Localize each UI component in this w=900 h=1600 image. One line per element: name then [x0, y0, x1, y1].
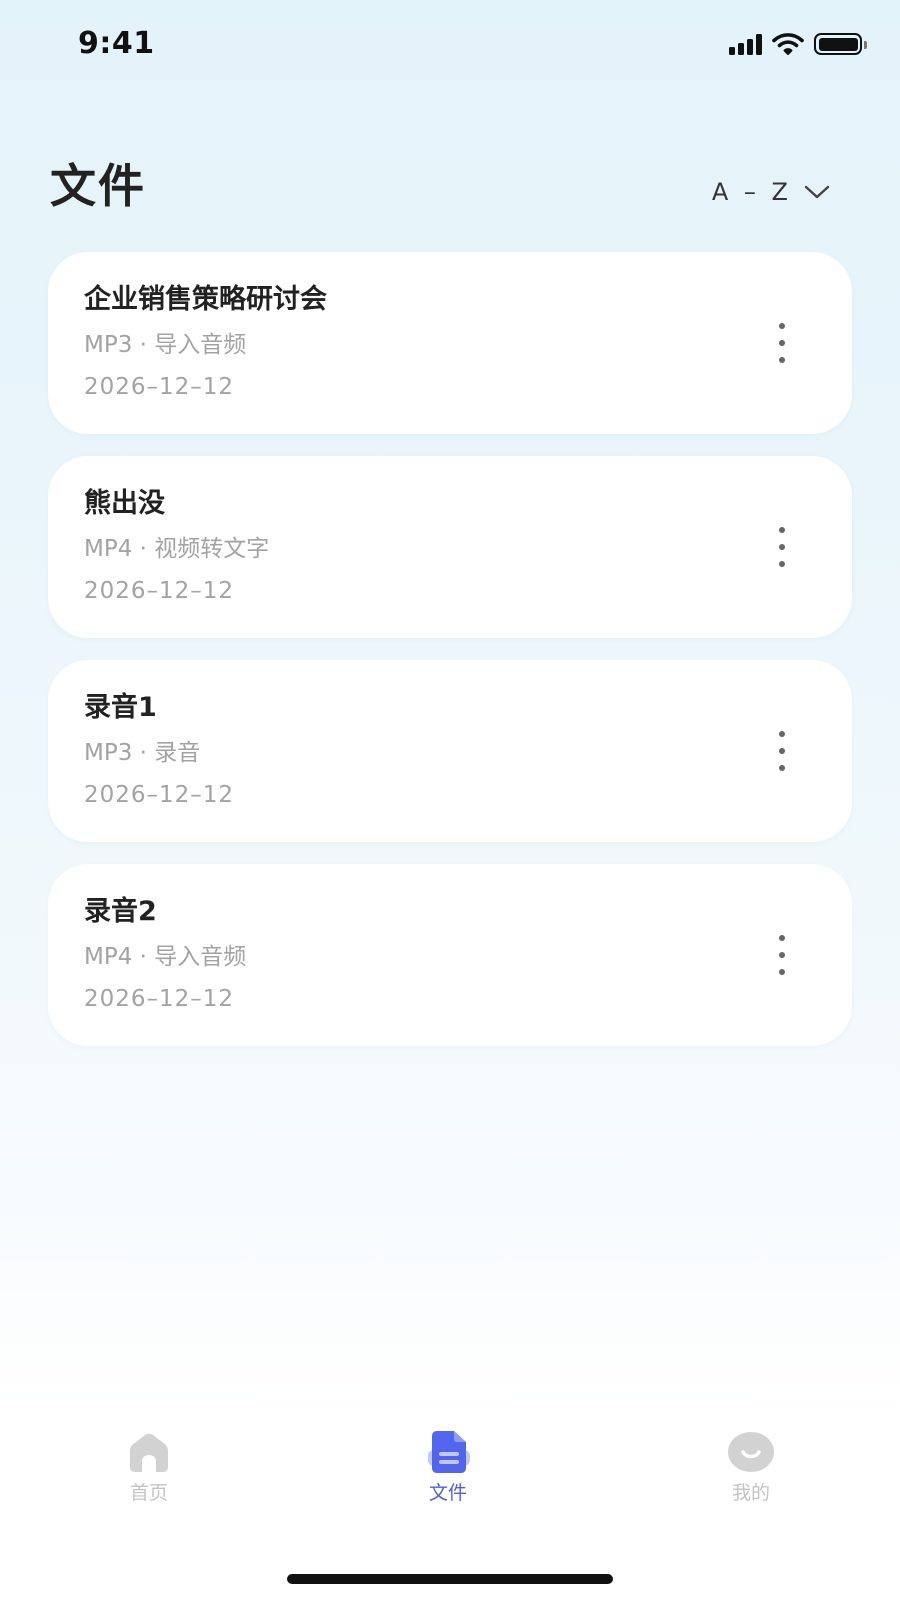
- tab-label: 首页: [129, 1482, 168, 1504]
- document-icon: [423, 1430, 473, 1474]
- more-dot: [779, 969, 785, 975]
- sort-dropdown[interactable]: A – Z: [712, 178, 830, 206]
- file-meta: MP4 · 视频转文字: [84, 536, 270, 562]
- status-bar: 9:41: [0, 0, 900, 90]
- file-name: 录音1: [84, 692, 157, 723]
- more-options-button[interactable]: [772, 935, 792, 975]
- more-dot: [779, 340, 785, 346]
- more-dot: [779, 527, 785, 533]
- smiley-profile-icon: [726, 1430, 776, 1474]
- file-meta: MP4 · 导入音频: [84, 944, 247, 970]
- file-card[interactable]: 熊出没 MP4 · 视频转文字 2026–12–12: [48, 456, 852, 638]
- more-options-button[interactable]: [772, 323, 792, 363]
- status-time: 9:41: [78, 26, 155, 61]
- tab-home[interactable]: 首页: [69, 1430, 229, 1505]
- more-dot: [779, 952, 785, 958]
- file-meta: MP3 · 录音: [84, 740, 201, 766]
- tab-mine[interactable]: 我的: [671, 1430, 831, 1505]
- tab-label: 我的: [731, 1482, 770, 1504]
- file-card[interactable]: 录音1 MP3 · 录音 2026–12–12: [48, 660, 852, 842]
- file-name: 录音2: [84, 896, 157, 927]
- more-dot: [779, 765, 785, 771]
- tab-bar: 首页 文件 我的: [0, 1430, 900, 1530]
- page-title: 文件: [50, 159, 146, 213]
- file-name: 企业销售策略研讨会: [84, 284, 327, 315]
- file-card[interactable]: 企业销售策略研讨会 MP3 · 导入音频 2026–12–12: [48, 252, 852, 434]
- signal-icon: [729, 33, 762, 55]
- file-date: 2026–12–12: [84, 986, 235, 1012]
- sort-label: A – Z: [711, 178, 792, 206]
- file-name: 熊出没: [84, 488, 165, 519]
- wifi-icon: [772, 33, 804, 55]
- more-dot: [779, 323, 785, 329]
- more-dot: [779, 748, 785, 754]
- file-list: 企业销售策略研讨会 MP3 · 导入音频 2026–12–12 熊出没 MP4 …: [48, 252, 852, 1068]
- more-dot: [779, 935, 785, 941]
- file-date: 2026–12–12: [84, 374, 235, 400]
- home-icon: [124, 1430, 174, 1474]
- more-dot: [779, 544, 785, 550]
- file-card[interactable]: 录音2 MP4 · 导入音频 2026–12–12: [48, 864, 852, 1046]
- status-icons: [729, 32, 867, 56]
- more-dot: [779, 731, 785, 737]
- more-options-button[interactable]: [772, 527, 792, 567]
- more-options-button[interactable]: [772, 731, 792, 771]
- more-dot: [779, 357, 785, 363]
- file-date: 2026–12–12: [84, 782, 235, 808]
- file-meta: MP3 · 导入音频: [84, 332, 247, 358]
- more-dot: [779, 561, 785, 567]
- file-date: 2026–12–12: [84, 578, 235, 604]
- battery-icon: [814, 33, 867, 55]
- tab-label: 文件: [428, 1482, 467, 1504]
- home-indicator[interactable]: [287, 1574, 613, 1584]
- tab-files[interactable]: 文件: [368, 1430, 528, 1505]
- chevron-down-icon: [804, 185, 830, 199]
